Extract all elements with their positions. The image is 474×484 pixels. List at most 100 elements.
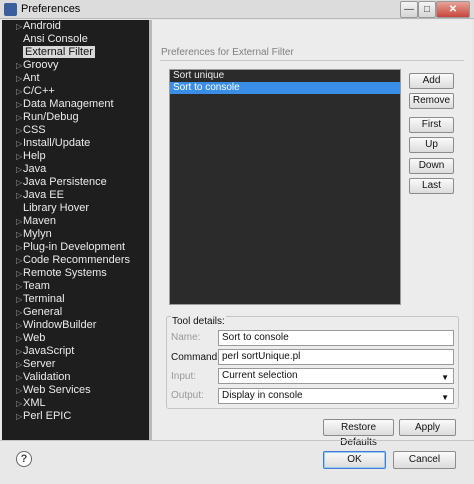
output-select[interactable]: Display in console ▼ — [218, 388, 454, 404]
title-bar: Preferences — □ ✕ — [0, 0, 474, 19]
sidebar-item[interactable]: External Filter — [2, 46, 149, 59]
name-field[interactable]: Sort to console — [218, 330, 454, 346]
expand-arrow-icon[interactable]: ▷ — [16, 59, 22, 72]
preference-page: Preferences for External Filter Sort uni… — [152, 20, 472, 448]
sidebar-item[interactable]: ▷ Java Persistence — [2, 176, 149, 189]
sidebar-item[interactable]: ▷ CSS — [2, 124, 149, 137]
expand-arrow-icon[interactable]: ▷ — [16, 306, 22, 319]
expand-arrow-icon[interactable]: ▷ — [16, 410, 22, 423]
expand-arrow-icon[interactable]: ▷ — [16, 176, 22, 189]
sidebar-item[interactable]: ▷ Mylyn — [2, 228, 149, 241]
expand-arrow-icon[interactable]: ▷ — [16, 72, 22, 85]
expand-arrow-icon[interactable]: ▷ — [16, 384, 22, 397]
expand-arrow-icon[interactable]: ▷ — [16, 293, 22, 306]
command-label: Command: — [171, 352, 220, 363]
sidebar-item[interactable]: ▷ Help — [2, 150, 149, 163]
expand-arrow-icon[interactable]: ▷ — [16, 280, 22, 293]
sidebar-item-label: Perl EPIC — [23, 410, 72, 422]
last-button[interactable]: Last — [409, 178, 454, 194]
divider — [160, 60, 464, 61]
sidebar-item-label: WindowBuilder — [23, 319, 97, 331]
maximize-button[interactable]: □ — [418, 1, 436, 18]
expand-arrow-icon[interactable]: ▷ — [16, 163, 22, 176]
input-select[interactable]: Current selection ▼ — [218, 368, 454, 384]
add-button[interactable]: Add — [409, 73, 454, 89]
up-button[interactable]: Up — [409, 137, 454, 153]
expand-arrow-icon[interactable]: ▷ — [16, 228, 22, 241]
command-field[interactable]: perl sortUnique.pl — [218, 349, 454, 365]
filter-list[interactable]: Sort unique Sort to console — [169, 69, 401, 305]
sidebar-item-label: Java — [23, 163, 47, 175]
sidebar-item[interactable]: ▷ Data Management — [2, 98, 149, 111]
sidebar-item[interactable]: ▷ Java EE — [2, 189, 149, 202]
sidebar-item-label: Run/Debug — [23, 111, 79, 123]
sidebar-item[interactable]: ▷ Plug-in Development — [2, 241, 149, 254]
sidebar-item[interactable]: ▷ JavaScript — [2, 345, 149, 358]
sidebar-item[interactable]: ▷ Server — [2, 358, 149, 371]
input-label: Input: — [171, 371, 197, 382]
expand-arrow-icon[interactable]: ▷ — [16, 20, 22, 33]
sidebar-item-label: Groovy — [23, 59, 59, 71]
expand-arrow-icon[interactable]: ▷ — [16, 150, 22, 163]
cancel-button[interactable]: Cancel — [393, 451, 456, 469]
sidebar-item[interactable]: ▷ WindowBuilder — [2, 319, 149, 332]
down-button[interactable]: Down — [409, 158, 454, 174]
sidebar-item[interactable]: ▷ General — [2, 306, 149, 319]
sidebar-item[interactable]: Ansi Console — [2, 33, 149, 46]
sidebar-item[interactable]: ▷ Validation — [2, 371, 149, 384]
sidebar-item[interactable]: ▷ Groovy — [2, 59, 149, 72]
remove-button[interactable]: Remove — [409, 93, 454, 109]
restore-defaults-button[interactable]: Restore Defaults — [323, 419, 394, 448]
chevron-down-icon: ▼ — [441, 373, 449, 382]
help-icon[interactable]: ? — [16, 451, 32, 467]
expand-arrow-icon[interactable]: ▷ — [16, 215, 22, 228]
expand-arrow-icon[interactable]: ▷ — [16, 345, 22, 358]
sidebar-item[interactable]: ▷ Ant — [2, 72, 149, 85]
sidebar-item-label: C/C++ — [23, 85, 55, 97]
expand-arrow-icon[interactable]: ▷ — [16, 189, 22, 202]
expand-arrow-icon[interactable]: ▷ — [16, 319, 22, 332]
expand-arrow-icon[interactable]: ▷ — [16, 267, 22, 280]
ok-button[interactable]: OK — [323, 451, 386, 469]
sidebar-item[interactable]: ▷ Terminal — [2, 293, 149, 306]
expand-arrow-icon[interactable]: ▷ — [16, 98, 22, 111]
sidebar-item[interactable]: Library Hover — [2, 202, 149, 215]
sidebar-item[interactable]: ▷ Web Services — [2, 384, 149, 397]
sidebar-item[interactable]: ▷ Run/Debug — [2, 111, 149, 124]
minimize-button[interactable]: — — [400, 1, 418, 18]
list-item[interactable]: Sort to console — [170, 82, 400, 94]
expand-arrow-icon[interactable]: ▷ — [16, 397, 22, 410]
expand-arrow-icon[interactable]: ▷ — [16, 85, 22, 98]
expand-arrow-icon[interactable]: ▷ — [16, 254, 22, 267]
sidebar-item[interactable]: ▷ C/C++ — [2, 85, 149, 98]
sidebar-item[interactable]: ▷ Android — [2, 20, 149, 33]
sidebar-item[interactable]: ▷ Maven — [2, 215, 149, 228]
expand-arrow-icon[interactable]: ▷ — [16, 111, 22, 124]
expand-arrow-icon[interactable]: ▷ — [16, 137, 22, 150]
sidebar-item[interactable]: ▷ Web — [2, 332, 149, 345]
sidebar-item[interactable]: ▷ Code Recommenders — [2, 254, 149, 267]
expand-arrow-icon[interactable]: ▷ — [16, 241, 22, 254]
apply-button[interactable]: Apply — [399, 419, 456, 436]
sidebar-item-label: Ant — [23, 72, 40, 84]
sidebar-item[interactable]: ▷ Install/Update — [2, 137, 149, 150]
expand-arrow-icon[interactable]: ▷ — [16, 124, 22, 137]
sidebar-item[interactable]: ▷ Team — [2, 280, 149, 293]
expand-arrow-icon[interactable]: ▷ — [16, 332, 22, 345]
close-button[interactable]: ✕ — [436, 1, 470, 18]
chevron-down-icon: ▼ — [441, 393, 449, 402]
sidebar-item[interactable]: ▷ Java — [2, 163, 149, 176]
sidebar-item[interactable]: ▷ XML — [2, 397, 149, 410]
sidebar-item[interactable]: ▷ Perl EPIC — [2, 410, 149, 423]
preferences-tree[interactable]: ▷ Android Ansi Console External Filter ▷ Groo… — [2, 20, 149, 440]
sidebar-item-label: Help — [23, 150, 46, 162]
sidebar-item-label: Validation — [23, 371, 71, 383]
first-button[interactable]: First — [409, 117, 454, 133]
sidebar-item-label: Remote Systems — [23, 267, 107, 279]
list-item[interactable]: Sort unique — [170, 70, 400, 82]
sidebar-item-label: Java Persistence — [23, 176, 107, 188]
expand-arrow-icon[interactable]: ▷ — [16, 358, 22, 371]
sidebar-item-label: Java EE — [23, 189, 64, 201]
expand-arrow-icon[interactable]: ▷ — [16, 371, 22, 384]
sidebar-item[interactable]: ▷ Remote Systems — [2, 267, 149, 280]
